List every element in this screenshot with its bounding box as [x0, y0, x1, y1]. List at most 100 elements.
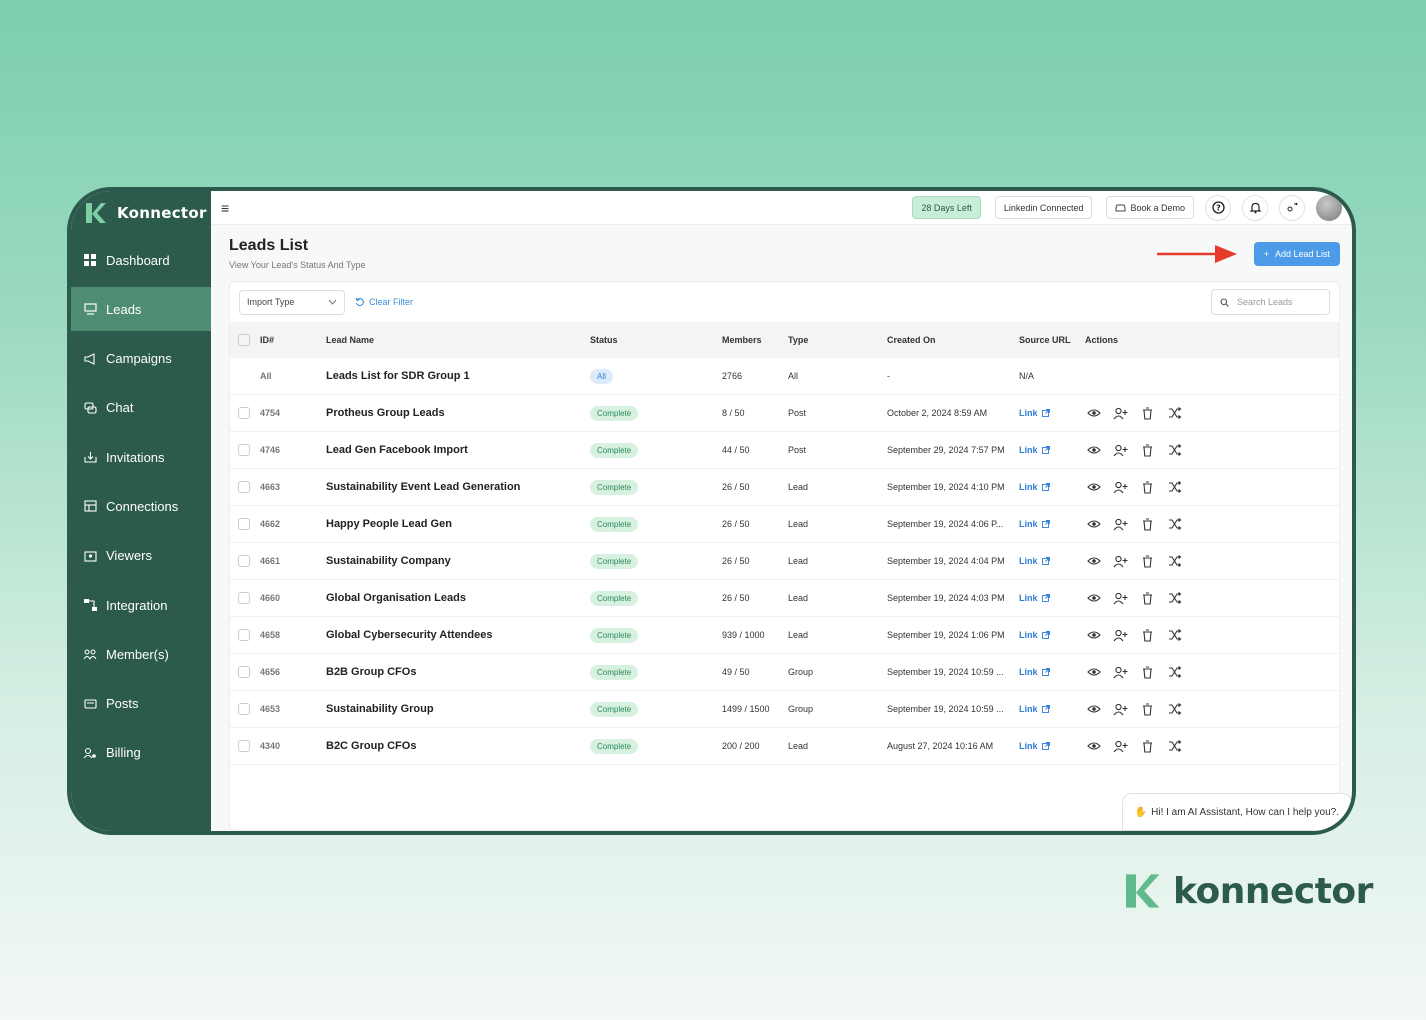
sidebar-item-label: Invitations: [106, 449, 165, 465]
ai-assistant-chat-bubble[interactable]: ✋ Hi! I am AI Assistant, How can I help …: [1121, 793, 1352, 831]
source-link[interactable]: Link: [1019, 741, 1085, 751]
row-checkbox[interactable]: [238, 444, 250, 456]
source-link-label: Link: [1019, 704, 1038, 714]
sidebar-item-posts[interactable]: Posts: [71, 682, 211, 726]
clear-filter-button[interactable]: Clear Filter: [355, 297, 413, 307]
sidebar-item-billing[interactable]: Billing: [71, 731, 211, 775]
shuffle-icon[interactable]: [1166, 590, 1183, 607]
row-lead-name[interactable]: Lead Gen Facebook Import: [326, 444, 590, 456]
shuffle-icon[interactable]: [1166, 627, 1183, 644]
view-eye-icon[interactable]: [1085, 553, 1102, 570]
source-link[interactable]: Link: [1019, 667, 1085, 677]
sidebar-item-integration[interactable]: Integration: [71, 583, 211, 627]
row-actions: [1085, 627, 1339, 644]
shuffle-icon[interactable]: [1166, 479, 1183, 496]
add-user-icon[interactable]: [1112, 701, 1129, 718]
shuffle-icon[interactable]: [1166, 701, 1183, 718]
sidebar-logo[interactable]: Konnector: [71, 191, 211, 235]
row-lead-name[interactable]: Happy People Lead Gen: [326, 518, 590, 530]
delete-trash-icon[interactable]: [1139, 590, 1156, 607]
view-eye-icon[interactable]: [1085, 664, 1102, 681]
add-user-icon[interactable]: [1112, 590, 1129, 607]
row-lead-name[interactable]: Sustainability Event Lead Generation: [326, 481, 590, 493]
shuffle-icon[interactable]: [1166, 664, 1183, 681]
shuffle-icon[interactable]: [1166, 738, 1183, 755]
view-eye-icon[interactable]: [1085, 590, 1102, 607]
delete-trash-icon[interactable]: [1139, 664, 1156, 681]
search-leads-input[interactable]: Search Leads: [1211, 289, 1330, 315]
source-link[interactable]: Link: [1019, 408, 1085, 418]
sidebar-item-dashboard[interactable]: Dashboard: [71, 238, 211, 282]
sidebar-item-connections[interactable]: Connections: [71, 484, 211, 528]
source-link[interactable]: Link: [1019, 445, 1085, 455]
source-link[interactable]: Link: [1019, 593, 1085, 603]
sidebar-item-invitations[interactable]: Invitations: [71, 435, 211, 479]
add-user-icon[interactable]: [1112, 516, 1129, 533]
row-checkbox[interactable]: [238, 703, 250, 715]
delete-trash-icon[interactable]: [1139, 627, 1156, 644]
view-eye-icon[interactable]: [1085, 516, 1102, 533]
add-user-icon[interactable]: [1112, 553, 1129, 570]
row-lead-name[interactable]: Global Cybersecurity Attendees: [326, 629, 590, 641]
external-link-icon: [1041, 520, 1050, 528]
row-lead-name[interactable]: Sustainability Company: [326, 555, 590, 567]
view-eye-icon[interactable]: [1085, 479, 1102, 496]
shuffle-icon[interactable]: [1166, 405, 1183, 422]
source-link[interactable]: Link: [1019, 519, 1085, 529]
row-lead-name[interactable]: Protheus Group Leads: [326, 407, 590, 419]
view-eye-icon[interactable]: [1085, 738, 1102, 755]
view-eye-icon[interactable]: [1085, 701, 1102, 718]
view-eye-icon[interactable]: [1085, 627, 1102, 644]
row-checkbox[interactable]: [238, 481, 250, 493]
delete-trash-icon[interactable]: [1139, 553, 1156, 570]
delete-trash-icon[interactable]: [1139, 479, 1156, 496]
row-checkbox[interactable]: [238, 666, 250, 678]
shuffle-icon[interactable]: [1166, 553, 1183, 570]
row-checkbox[interactable]: [238, 555, 250, 567]
summary-lead-name[interactable]: Leads List for SDR Group 1: [326, 370, 590, 382]
add-user-icon[interactable]: [1112, 479, 1129, 496]
add-lead-list-button[interactable]: + Add Lead List: [1253, 242, 1340, 266]
row-checkbox[interactable]: [238, 629, 250, 641]
sidebar-item-leads[interactable]: Leads: [71, 287, 211, 332]
select-all-checkbox[interactable]: [238, 334, 250, 346]
delete-trash-icon[interactable]: [1139, 442, 1156, 459]
help-icon[interactable]: ?: [1205, 194, 1231, 221]
sidebar-item-members[interactable]: Member(s): [71, 632, 211, 676]
user-avatar[interactable]: [1316, 194, 1342, 221]
hamburger-menu-icon[interactable]: ≡: [221, 200, 229, 216]
row-lead-name[interactable]: B2B Group CFOs: [326, 666, 590, 678]
delete-trash-icon[interactable]: [1139, 738, 1156, 755]
source-link[interactable]: Link: [1019, 704, 1085, 714]
book-demo-button[interactable]: Book a Demo: [1106, 196, 1194, 219]
row-checkbox[interactable]: [238, 518, 250, 530]
row-checkbox[interactable]: [238, 740, 250, 752]
source-link[interactable]: Link: [1019, 482, 1085, 492]
row-lead-name[interactable]: Global Organisation Leads: [326, 592, 590, 604]
sidebar-item-campaigns[interactable]: Campaigns: [71, 337, 211, 381]
shuffle-icon[interactable]: [1166, 442, 1183, 459]
add-user-icon[interactable]: [1112, 442, 1129, 459]
add-user-icon[interactable]: [1112, 405, 1129, 422]
row-checkbox[interactable]: [238, 407, 250, 419]
import-type-select[interactable]: Import Type: [239, 289, 345, 315]
view-eye-icon[interactable]: [1085, 405, 1102, 422]
delete-trash-icon[interactable]: [1139, 405, 1156, 422]
sidebar-item-chat[interactable]: Chat: [71, 386, 211, 430]
row-checkbox[interactable]: [238, 592, 250, 604]
add-user-icon[interactable]: [1112, 627, 1129, 644]
notification-bell-icon[interactable]: [1242, 194, 1268, 221]
delete-trash-icon[interactable]: [1139, 516, 1156, 533]
source-link[interactable]: Link: [1019, 630, 1085, 640]
row-lead-name[interactable]: Sustainability Group: [326, 703, 590, 715]
linkedin-status-button[interactable]: Linkedin Connected: [994, 196, 1093, 219]
view-eye-icon[interactable]: [1085, 442, 1102, 459]
delete-trash-icon[interactable]: [1139, 701, 1156, 718]
sidebar-item-viewers[interactable]: Viewers: [71, 534, 211, 578]
add-user-icon[interactable]: [1112, 738, 1129, 755]
row-lead-name[interactable]: B2C Group CFOs: [326, 740, 590, 752]
source-link[interactable]: Link: [1019, 556, 1085, 566]
switch-account-icon[interactable]: [1279, 194, 1305, 221]
shuffle-icon[interactable]: [1166, 516, 1183, 533]
add-user-icon[interactable]: [1112, 664, 1129, 681]
